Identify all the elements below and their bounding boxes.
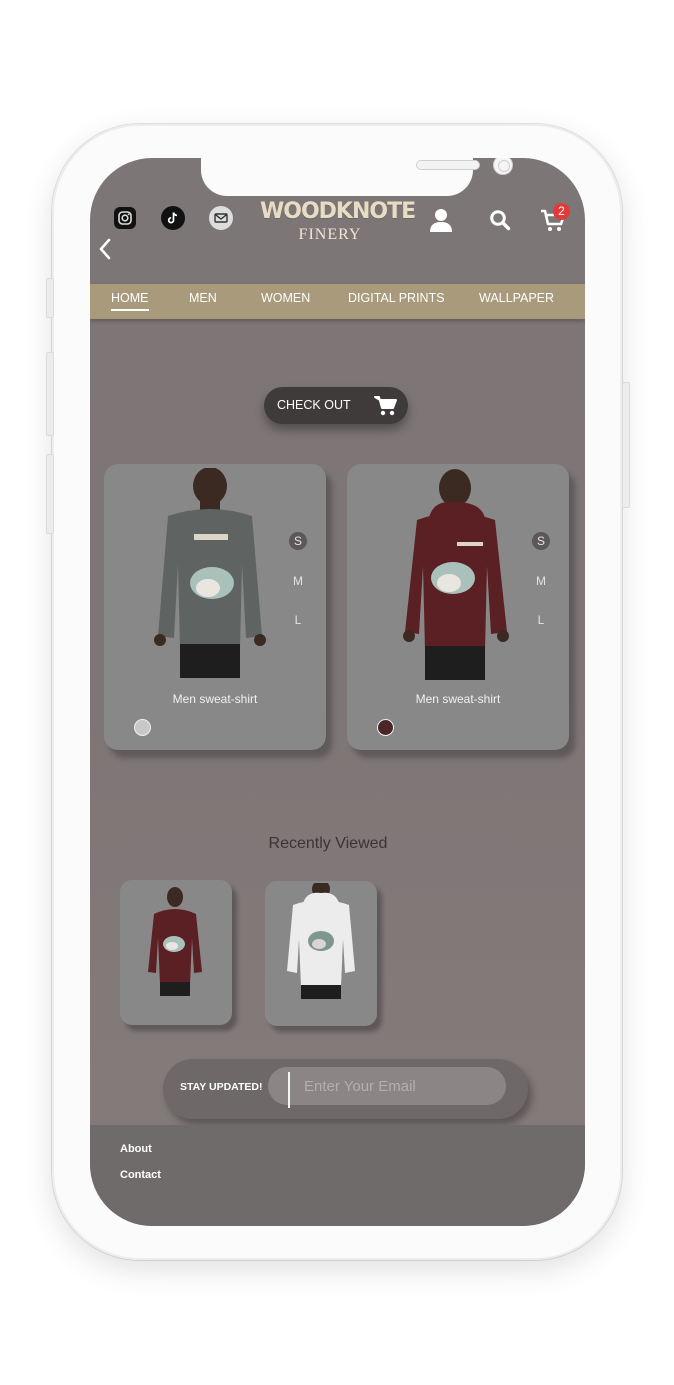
cart-count-badge: 2: [553, 203, 570, 220]
instagram-icon[interactable]: [114, 207, 136, 229]
cart-icon: [373, 393, 399, 419]
logo-subtitle: FINERY: [298, 226, 362, 243]
newsletter-label: STAY UPDATED!: [180, 1081, 263, 1093]
product-thumbnail: [287, 883, 355, 999]
footer-link-about[interactable]: About: [120, 1143, 152, 1155]
newsletter-bar: STAY UPDATED!: [163, 1059, 528, 1119]
size-option-s[interactable]: S: [289, 532, 307, 550]
size-option-l[interactable]: L: [289, 611, 307, 629]
text-caret: [288, 1072, 290, 1108]
brand-logo[interactable]: WOODKNOTE FINERY: [260, 199, 416, 246]
recently-viewed-item[interactable]: [120, 880, 232, 1025]
chevron-left-icon[interactable]: [94, 236, 116, 262]
nav-item-women[interactable]: WOMEN: [261, 284, 310, 319]
product-title: Men sweat-shirt: [415, 692, 501, 706]
product-card[interactable]: S M L Men sweat-shirt: [347, 464, 569, 750]
phone-power-button: [622, 382, 630, 508]
color-swatch[interactable]: [377, 719, 394, 736]
product-thumbnail: [148, 887, 202, 996]
category-nav: HOME MEN WOMEN DIGITAL PRINTS WALLPAPER: [90, 284, 585, 319]
footer: About Contact: [90, 1125, 585, 1226]
mail-icon[interactable]: [209, 206, 233, 230]
speaker-grille: [416, 160, 480, 170]
product-title: Men sweat-shirt: [172, 692, 258, 706]
nav-item-home[interactable]: HOME: [111, 284, 149, 319]
tiktok-icon[interactable]: [161, 206, 185, 230]
checkout-label: CHECK OUT: [277, 398, 351, 412]
product-image: [154, 468, 266, 678]
size-option-s[interactable]: S: [532, 532, 550, 550]
size-option-l[interactable]: L: [532, 611, 550, 629]
recently-viewed-item[interactable]: [265, 881, 377, 1026]
product-card[interactable]: S M L Men sweat-shirt: [104, 464, 326, 750]
recently-viewed-title: Recently Viewed: [268, 835, 388, 852]
nav-item-digital-prints[interactable]: DIGITAL PRINTS: [348, 284, 445, 319]
user-icon[interactable]: [428, 206, 454, 234]
app-screen: WOODKNOTE FINERY 2 HOME MEN WOMEN DIGITA…: [90, 158, 585, 1226]
phone-side-button: [46, 278, 54, 318]
size-option-m[interactable]: M: [532, 572, 550, 590]
phone-volume-up-button: [46, 352, 54, 436]
nav-item-men[interactable]: MEN: [189, 284, 217, 319]
logo-wordmark: WOODKNOTE: [260, 199, 416, 224]
front-camera: [493, 158, 513, 175]
nav-item-wallpaper[interactable]: WALLPAPER: [479, 284, 554, 319]
search-icon[interactable]: [488, 207, 512, 233]
phone-volume-down-button: [46, 454, 54, 534]
footer-link-contact[interactable]: Contact: [120, 1169, 161, 1181]
color-swatch[interactable]: [134, 719, 151, 736]
phone-notch: [201, 158, 513, 196]
checkout-button[interactable]: CHECK OUT: [264, 387, 408, 424]
product-image: [403, 469, 509, 680]
size-option-m[interactable]: M: [289, 572, 307, 590]
email-input[interactable]: [268, 1067, 506, 1105]
